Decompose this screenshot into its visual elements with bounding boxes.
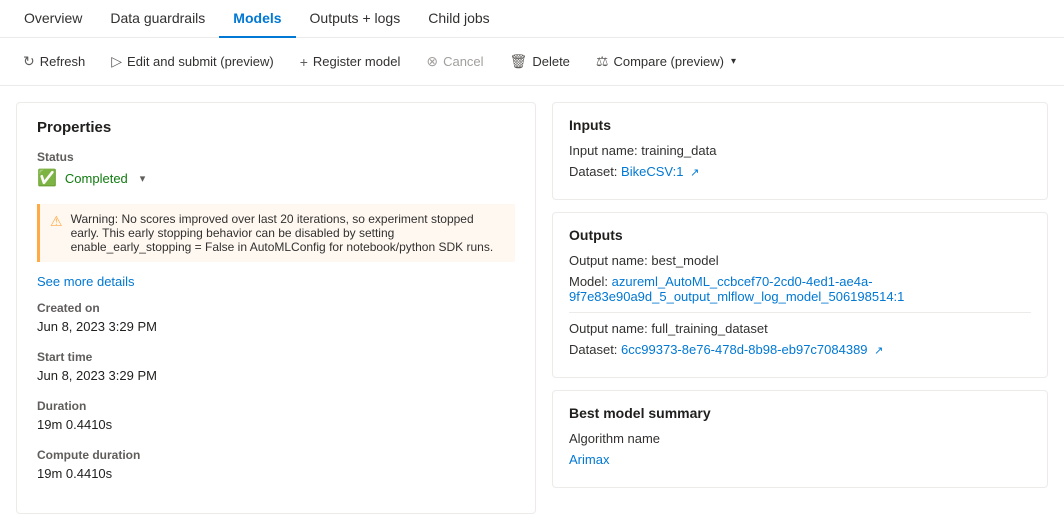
cancel-button[interactable]: ⊗ Cancel	[415, 46, 494, 77]
see-more-link[interactable]: See more details	[37, 274, 515, 289]
output2-name: Output name: full_training_dataset	[569, 321, 768, 336]
compare-icon: ⚖	[596, 53, 609, 70]
register-model-label: Register model	[313, 54, 400, 69]
start-time-value: Jun 8, 2023 3:29 PM	[37, 368, 515, 383]
register-model-button[interactable]: + Register model	[289, 47, 412, 77]
warning-text: Warning: No scores improved over last 20…	[71, 212, 505, 254]
toolbar: ↻ Refresh ▷ Edit and submit (preview) + …	[0, 38, 1064, 86]
refresh-icon: ↻	[23, 53, 35, 70]
status-label: Status	[37, 150, 515, 164]
delete-label: Delete	[532, 54, 570, 69]
tab-outputs-logs[interactable]: Outputs + logs	[296, 0, 415, 38]
tab-models[interactable]: Models	[219, 0, 295, 38]
input-name-label: Input name: training_data	[569, 143, 716, 158]
external-link-icon: ↗	[690, 167, 699, 179]
outputs-title: Outputs	[569, 227, 1031, 243]
play-circle-icon: ▷	[111, 53, 122, 70]
compute-duration-section: Compute duration 19m 0.4410s	[37, 448, 515, 481]
outputs-divider	[569, 312, 1031, 313]
bike-csv-text: BikeCSV:1	[621, 164, 683, 179]
model-link-text: azureml_AutoML_ccbcef70-2cd0-4ed1-ae4a-9…	[569, 274, 904, 304]
arimax-text: Arimax	[569, 452, 609, 467]
compute-duration-value: 19m 0.4410s	[37, 466, 515, 481]
tab-data-guardrails[interactable]: Data guardrails	[96, 0, 219, 38]
compare-label: Compare (preview)	[613, 54, 724, 69]
main-content: Properties Status ✅ Completed ▾ ⚠ Warnin…	[0, 86, 1064, 530]
inputs-title: Inputs	[569, 117, 1031, 133]
arimax-link[interactable]: Arimax	[569, 452, 609, 467]
refresh-button[interactable]: ↻ Refresh	[12, 46, 96, 77]
created-on-label: Created on	[37, 301, 515, 315]
edit-submit-button[interactable]: ▷ Edit and submit (preview)	[100, 46, 284, 77]
delete-button[interactable]: 🗑 Delete	[499, 46, 581, 77]
external-link-icon2: ↗	[874, 345, 883, 357]
dataset-label: Dataset:	[569, 164, 617, 179]
dataset2-row: Dataset: 6cc99373-8e76-478d-8b98-eb97c70…	[569, 342, 1031, 357]
best-model-title: Best model summary	[569, 405, 1031, 421]
model-row: Model: azureml_AutoML_ccbcef70-2cd0-4ed1…	[569, 274, 1031, 304]
trash-icon: 🗑	[510, 53, 528, 70]
created-on-value: Jun 8, 2023 3:29 PM	[37, 319, 515, 334]
chevron-down-icon: ▾	[140, 173, 146, 185]
cancel-label: Cancel	[443, 54, 483, 69]
properties-title: Properties	[37, 119, 515, 136]
properties-panel: Properties Status ✅ Completed ▾ ⚠ Warnin…	[16, 102, 536, 514]
input-name-row: Input name: training_data	[569, 143, 1031, 158]
tab-child-jobs[interactable]: Child jobs	[414, 0, 503, 38]
output1-name: Output name: best_model	[569, 253, 719, 268]
output2-name-row: Output name: full_training_dataset	[569, 321, 1031, 336]
warning-box: ⚠ Warning: No scores improved over last …	[37, 204, 515, 262]
outputs-card: Outputs Output name: best_model Model: a…	[552, 212, 1048, 378]
edit-submit-label: Edit and submit (preview)	[127, 54, 274, 69]
algorithm-name-row: Algorithm name	[569, 431, 1031, 446]
completed-icon: ✅	[37, 168, 57, 188]
input-dataset-row: Dataset: BikeCSV:1 ↗	[569, 164, 1031, 179]
inputs-card: Inputs Input name: training_data Dataset…	[552, 102, 1048, 200]
dataset2-link-text: 6cc99373-8e76-478d-8b98-eb97c7084389	[621, 342, 868, 357]
compare-button[interactable]: ⚖ Compare (preview) ▾	[585, 46, 747, 77]
start-time-section: Start time Jun 8, 2023 3:29 PM	[37, 350, 515, 383]
compute-duration-label: Compute duration	[37, 448, 515, 462]
refresh-label: Refresh	[40, 54, 86, 69]
status-value: Completed	[65, 171, 128, 186]
dataset2-label-text: Dataset:	[569, 342, 617, 357]
dataset2-link[interactable]: 6cc99373-8e76-478d-8b98-eb97c7084389 ↗	[621, 342, 883, 357]
chevron-down-icon: ▾	[731, 56, 736, 67]
status-row: ✅ Completed ▾	[37, 168, 515, 188]
tab-overview[interactable]: Overview	[10, 0, 96, 38]
warning-icon: ⚠	[50, 213, 63, 254]
created-on-section: Created on Jun 8, 2023 3:29 PM	[37, 301, 515, 334]
right-panel: Inputs Input name: training_data Dataset…	[552, 102, 1048, 514]
model-label-text: Model:	[569, 274, 608, 289]
duration-value: 19m 0.4410s	[37, 417, 515, 432]
best-model-card: Best model summary Algorithm name Arimax	[552, 390, 1048, 488]
tabs-container: Overview Data guardrails Models Outputs …	[0, 0, 1064, 38]
duration-section: Duration 19m 0.4410s	[37, 399, 515, 432]
cancel-icon: ⊗	[426, 53, 438, 70]
duration-label: Duration	[37, 399, 515, 413]
algorithm-link-row: Arimax	[569, 452, 1031, 467]
status-chevron-button[interactable]: ▾	[136, 170, 150, 187]
model-link[interactable]: azureml_AutoML_ccbcef70-2cd0-4ed1-ae4a-9…	[569, 274, 904, 304]
bike-csv-link[interactable]: BikeCSV:1 ↗	[621, 164, 699, 179]
algorithm-name-label: Algorithm name	[569, 431, 660, 446]
plus-icon: +	[300, 54, 308, 70]
start-time-label: Start time	[37, 350, 515, 364]
output1-name-row: Output name: best_model	[569, 253, 1031, 268]
status-section: Status ✅ Completed ▾	[37, 150, 515, 188]
